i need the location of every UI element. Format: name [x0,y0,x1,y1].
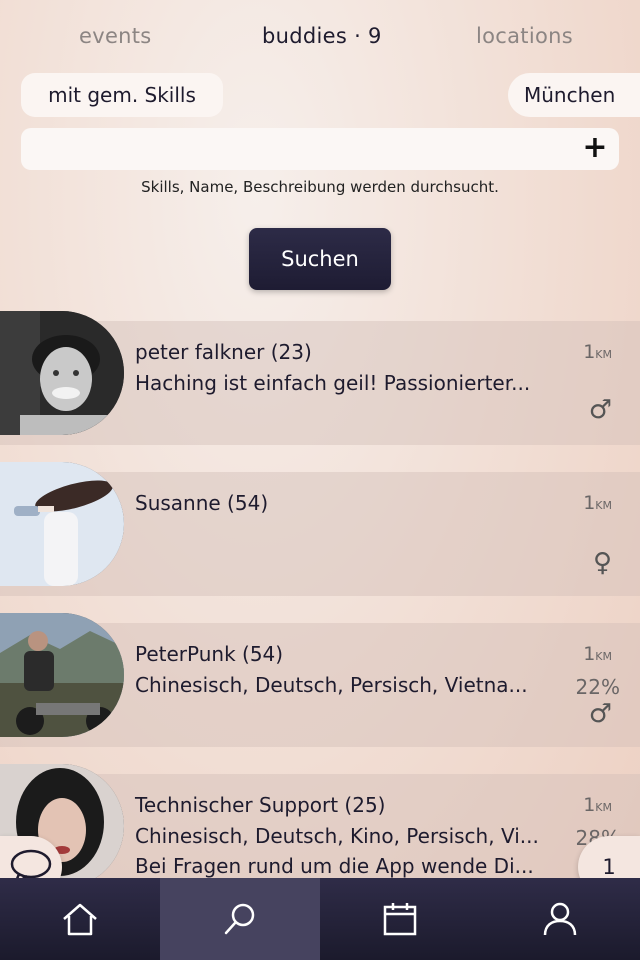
nav-calendar[interactable] [320,878,480,960]
buddy-name: peter falkner (23) [135,340,312,364]
bottom-navigation [0,878,640,960]
buddy-distance: 1KM [583,341,612,363]
buddy-distance: 1KM [583,794,612,816]
distance-value: 1 [583,794,596,816]
search-button[interactable]: Suchen [249,228,391,290]
tab-buddies[interactable]: buddies · 9 [262,24,382,48]
buddy-card[interactable]: Technischer Support (25) Chinesisch, Deu… [0,764,640,898]
distance-unit: KM [595,650,612,663]
male-icon: ♂ [588,699,612,729]
top-tabs: events buddies · 9 locations [0,18,640,58]
buddy-skills: Chinesisch, Deutsch, Kino, Persisch, Vi.… [135,824,539,848]
buddy-description: Bei Fragen rund um die App wende Di... [135,854,534,878]
match-percent: 22% [575,675,620,699]
buddy-name: Technischer Support (25) [135,793,386,817]
nav-profile[interactable] [480,878,640,960]
buddy-card[interactable]: Susanne (54) 1KM ♀ [0,462,640,596]
search-field-container: + [21,128,619,170]
nav-home[interactable] [0,878,160,960]
home-icon [63,903,97,936]
plus-icon[interactable]: + [581,133,609,163]
search-hint: Skills, Name, Beschreibung werden durchs… [141,178,499,196]
city-filter-chip[interactable]: München [508,73,640,117]
filter-common-skills-chip[interactable]: mit gem. Skills [21,73,223,117]
buddy-description: Chinesisch, Deutsch, Persisch, Vietna... [135,673,528,697]
buddy-name: PeterPunk (54) [135,642,284,666]
distance-value: 1 [583,341,596,363]
search-input[interactable] [21,128,561,170]
buddy-description: Haching ist einfach geil! Passionierter.… [135,371,531,395]
tab-locations[interactable]: locations [476,24,573,48]
male-icon: ♂ [588,395,612,425]
distance-unit: KM [595,801,612,814]
distance-value: 1 [583,643,596,665]
nav-search[interactable] [160,878,320,960]
avatar [0,311,124,435]
buddy-card[interactable]: peter falkner (23) Haching ist einfach g… [0,311,640,445]
distance-value: 1 [583,492,596,514]
profile-icon [543,902,577,936]
distance-unit: KM [595,499,612,512]
buddy-distance: 1KM [583,643,612,665]
buddy-distance: 1KM [583,492,612,514]
buddy-card[interactable]: PeterPunk (54) Chinesisch, Deutsch, Pers… [0,613,640,747]
avatar [0,462,124,586]
search-icon [224,903,255,935]
buddy-name: Susanne (54) [135,491,269,515]
calendar-icon [383,903,417,936]
tab-events[interactable]: events [79,24,152,48]
distance-unit: KM [595,348,612,361]
female-icon: ♀ [592,548,612,578]
avatar [0,613,124,737]
